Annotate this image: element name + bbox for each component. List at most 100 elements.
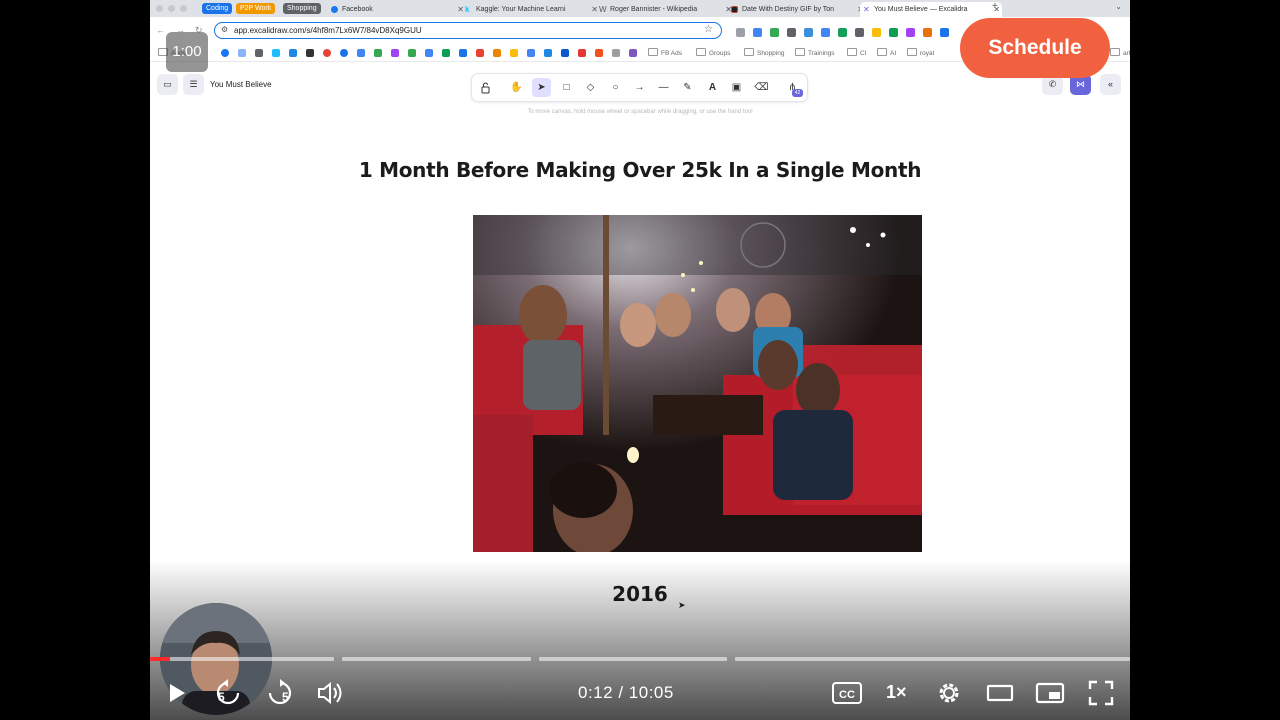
captions-button[interactable]: CC bbox=[831, 678, 863, 708]
image-icon[interactable]: ▣ bbox=[727, 78, 746, 97]
duration: 10:05 bbox=[628, 683, 674, 702]
progress-chapter-segment[interactable] bbox=[342, 657, 531, 661]
bookmark-icon[interactable] bbox=[544, 49, 552, 57]
bookmark-icon[interactable] bbox=[612, 49, 620, 57]
window-close-dot[interactable] bbox=[156, 5, 163, 12]
tab-group-p2p-work[interactable]: P2P Work bbox=[236, 3, 276, 14]
progress-chapter-segment[interactable] bbox=[150, 657, 334, 661]
collapse-sidebar-icon[interactable]: « bbox=[1100, 74, 1121, 95]
bookmark-icon[interactable] bbox=[493, 49, 501, 57]
new-tab-button[interactable]: + bbox=[992, 1, 998, 12]
play-button[interactable] bbox=[165, 678, 189, 708]
extension-icon[interactable] bbox=[940, 28, 949, 37]
extension-icon[interactable] bbox=[770, 28, 779, 37]
kaggle-icon[interactable] bbox=[272, 49, 280, 57]
theater-mode-button[interactable] bbox=[985, 678, 1015, 708]
progress-played[interactable] bbox=[150, 657, 170, 661]
tab-facebook[interactable]: Facebook ✕ bbox=[328, 2, 466, 17]
playback-speed-button[interactable]: 1× bbox=[886, 682, 907, 703]
extension-icon[interactable] bbox=[923, 28, 932, 37]
back-icon[interactable]: ← bbox=[156, 25, 165, 35]
bookmark-icon[interactable] bbox=[510, 49, 518, 57]
library-count-badge: 42 bbox=[792, 89, 803, 97]
bookmark-icon[interactable] bbox=[629, 49, 637, 57]
bookmark-icon[interactable] bbox=[357, 49, 365, 57]
bookmark-icon[interactable] bbox=[306, 49, 314, 57]
bookmark-icon[interactable] bbox=[578, 49, 586, 57]
bookmark-icon[interactable] bbox=[408, 49, 416, 57]
tab-search-icon[interactable]: ⌄ bbox=[1115, 2, 1122, 11]
extension-icon[interactable] bbox=[855, 28, 864, 37]
bookmark-icon[interactable] bbox=[289, 49, 297, 57]
eraser-icon[interactable]: ⌫ bbox=[752, 78, 771, 97]
bookmark-folder[interactable]: Trainings bbox=[795, 48, 835, 57]
diamond-icon[interactable]: ◇ bbox=[581, 78, 600, 97]
bookmark-folder[interactable]: royal bbox=[907, 48, 934, 57]
bookmark-icon[interactable] bbox=[391, 49, 399, 57]
lock-icon[interactable] bbox=[476, 78, 495, 97]
extension-icon[interactable] bbox=[787, 28, 796, 37]
window-minimize-dot[interactable] bbox=[168, 5, 175, 12]
tab-excalidraw[interactable]: ✕ You Must Believe — Excalidra ✕ bbox=[860, 2, 1002, 17]
facebook-icon[interactable] bbox=[221, 49, 229, 57]
extension-icon[interactable] bbox=[736, 28, 745, 37]
extension-icon[interactable] bbox=[821, 28, 830, 37]
group-photo[interactable] bbox=[473, 215, 922, 552]
fullscreen-icon bbox=[1088, 680, 1114, 706]
bookmark-icon[interactable] bbox=[255, 49, 263, 57]
bookmark-icon[interactable] bbox=[595, 49, 603, 57]
extension-icon[interactable] bbox=[872, 28, 881, 37]
bookmark-star-icon[interactable]: ☆ bbox=[704, 24, 713, 35]
bookmark-icon[interactable] bbox=[374, 49, 382, 57]
bookmark-icon[interactable] bbox=[238, 49, 246, 57]
bookmark-folder[interactable]: Groups bbox=[696, 48, 730, 57]
pencil-icon[interactable]: ✎ bbox=[678, 78, 697, 97]
line-icon[interactable]: — bbox=[654, 78, 673, 97]
main-menu-icon[interactable]: ☰ bbox=[183, 74, 204, 95]
bookmark-icon[interactable] bbox=[527, 49, 535, 57]
bookmark-folder[interactable]: AI bbox=[877, 48, 896, 57]
rectangle-icon[interactable]: □ bbox=[557, 78, 576, 97]
canvas-hint: To move canvas, hold mouse wheel or spac… bbox=[527, 109, 753, 115]
extension-icon[interactable] bbox=[906, 28, 915, 37]
tab-giphy[interactable]: Date With Destiny GIF by Ton ✕ bbox=[728, 2, 866, 17]
bookmark-icon[interactable] bbox=[323, 49, 331, 57]
settings-button[interactable] bbox=[934, 678, 964, 708]
volume-button[interactable] bbox=[316, 678, 346, 708]
miniplayer-button[interactable] bbox=[1035, 678, 1065, 708]
site-settings-icon[interactable]: ⚙ bbox=[221, 25, 228, 34]
sidebar-toggle-icon[interactable]: ▭ bbox=[157, 74, 178, 95]
url-input[interactable]: ⚙ app.excalidraw.com/s/4hf8m7Lx6W7/84vD8… bbox=[214, 22, 722, 39]
bookmark-icon[interactable] bbox=[459, 49, 467, 57]
tab-group-coding[interactable]: Coding bbox=[202, 3, 233, 14]
bookmark-icon[interactable] bbox=[561, 49, 569, 57]
facebook-icon bbox=[331, 6, 338, 13]
tab-kaggle[interactable]: k Kaggle: Your Machine Learni ✕ bbox=[462, 2, 600, 17]
extension-icon[interactable] bbox=[804, 28, 813, 37]
bookmark-folder[interactable]: Shopping bbox=[744, 48, 784, 57]
bookmark-icon[interactable] bbox=[425, 49, 433, 57]
selection-icon[interactable]: ➤ bbox=[532, 78, 551, 97]
tab-group-shopping[interactable]: Shopping bbox=[283, 3, 321, 14]
progress-chapter-segment[interactable] bbox=[735, 657, 1130, 661]
schedule-button[interactable]: Schedule bbox=[960, 18, 1110, 78]
hand-icon[interactable]: ✋ bbox=[507, 78, 526, 97]
fullscreen-button[interactable] bbox=[1086, 678, 1116, 708]
window-zoom-dot[interactable] bbox=[180, 5, 187, 12]
text-icon[interactable]: A bbox=[703, 78, 722, 97]
extension-icon[interactable] bbox=[753, 28, 762, 37]
extension-icon[interactable] bbox=[838, 28, 847, 37]
all-bookmarks[interactable]: arks bbox=[1110, 48, 1130, 57]
canvas-heading[interactable]: 1 Month Before Making Over 25k In a Sing… bbox=[150, 158, 1130, 182]
arrow-icon[interactable]: → bbox=[630, 78, 649, 97]
tab-wikipedia[interactable]: W Roger Bannister - Wikipedia ✕ bbox=[596, 2, 734, 17]
bookmark-folder[interactable]: CI bbox=[847, 48, 867, 57]
bookmark-folder[interactable]: FB Ads bbox=[648, 48, 682, 57]
seek-forward-button[interactable] bbox=[265, 678, 295, 708]
bookmark-icon[interactable] bbox=[442, 49, 450, 57]
extension-icon[interactable] bbox=[889, 28, 898, 37]
progress-chapter-segment[interactable] bbox=[539, 657, 727, 661]
bookmark-icon[interactable] bbox=[476, 49, 484, 57]
ellipse-icon[interactable]: ○ bbox=[606, 78, 625, 97]
bookmark-icon[interactable] bbox=[340, 49, 348, 57]
